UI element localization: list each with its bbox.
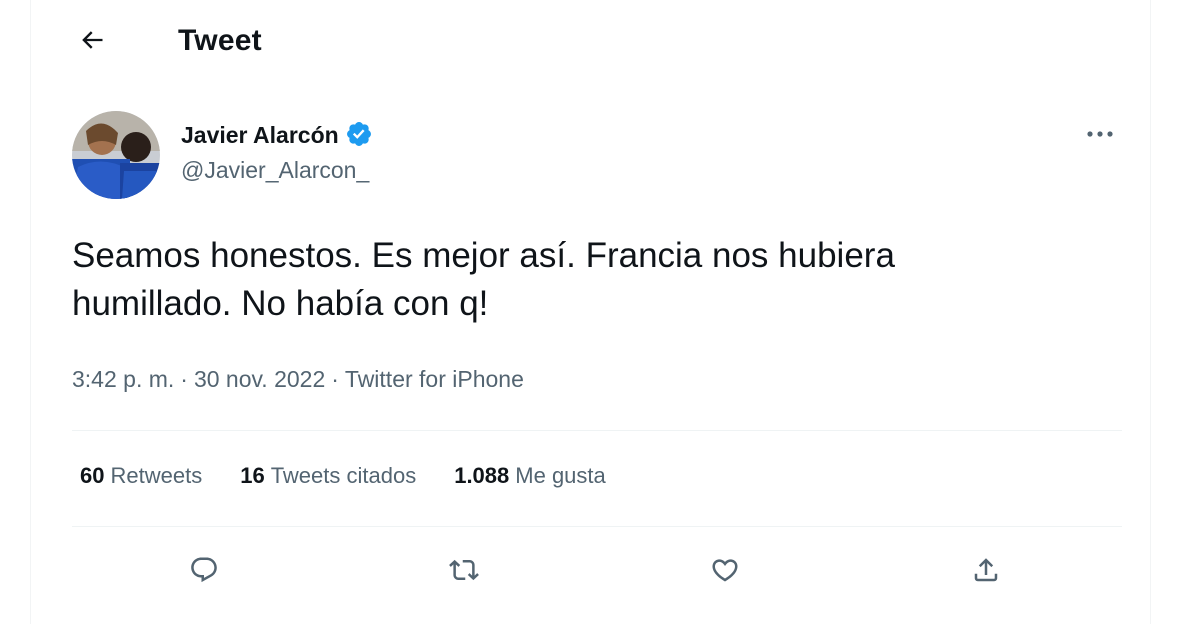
likes-stat[interactable]: 1.088 Me gusta xyxy=(454,463,606,489)
right-border xyxy=(1150,0,1151,624)
left-border xyxy=(30,0,31,624)
likes-label: Me gusta xyxy=(515,463,606,488)
author-handle[interactable]: @Javier_Alarcon_ xyxy=(181,157,369,184)
retweet-button[interactable] xyxy=(442,550,486,594)
reply-bubble-icon xyxy=(189,555,219,590)
arrow-left-icon xyxy=(78,26,106,59)
retweets-stat[interactable]: 60 Retweets xyxy=(80,463,202,489)
page-title: Tweet xyxy=(178,24,262,57)
author-name-text: Javier Alarcón xyxy=(181,121,339,148)
retweets-label: Retweets xyxy=(110,463,203,488)
likes-count: 1.088 xyxy=(454,463,510,488)
retweet-icon xyxy=(449,555,479,590)
quotes-stat[interactable]: 16 Tweets citados xyxy=(240,463,416,489)
heart-icon xyxy=(710,555,740,590)
meta-separator: · xyxy=(180,366,188,392)
tweet-stats: 60 Retweets 16 Tweets citados 1.088 Me g… xyxy=(80,463,606,489)
author-name[interactable]: Javier Alarcón xyxy=(181,120,375,150)
quotes-count: 16 xyxy=(240,463,265,488)
share-icon xyxy=(971,555,1001,590)
verified-badge-icon xyxy=(345,120,375,150)
divider xyxy=(72,526,1122,527)
meta-separator: · xyxy=(331,366,339,392)
reply-button[interactable] xyxy=(182,550,226,594)
tweet-time[interactable]: 3:42 p. m. xyxy=(72,366,174,393)
avatar[interactable] xyxy=(72,111,160,199)
more-dots-icon xyxy=(1085,126,1115,144)
tweet-date[interactable]: 30 nov. 2022 xyxy=(194,366,325,393)
retweets-count: 60 xyxy=(80,463,105,488)
share-button[interactable] xyxy=(964,550,1008,594)
more-options-button[interactable] xyxy=(1080,120,1120,150)
back-button[interactable] xyxy=(72,24,112,60)
tweet-text: Seamos honestos. Es mejor así. Francia n… xyxy=(72,236,895,323)
tweet-meta: 3:42 p. m. · 30 nov. 2022 · Twitter for … xyxy=(72,366,524,393)
like-button[interactable] xyxy=(703,550,747,594)
tweet-source[interactable]: Twitter for iPhone xyxy=(345,366,524,393)
tweet-page: Tweet Javier Alarcón @Javier_Alarcon_ Se… xyxy=(0,0,1200,624)
divider xyxy=(72,430,1122,431)
quotes-label: Tweets citados xyxy=(270,463,417,488)
